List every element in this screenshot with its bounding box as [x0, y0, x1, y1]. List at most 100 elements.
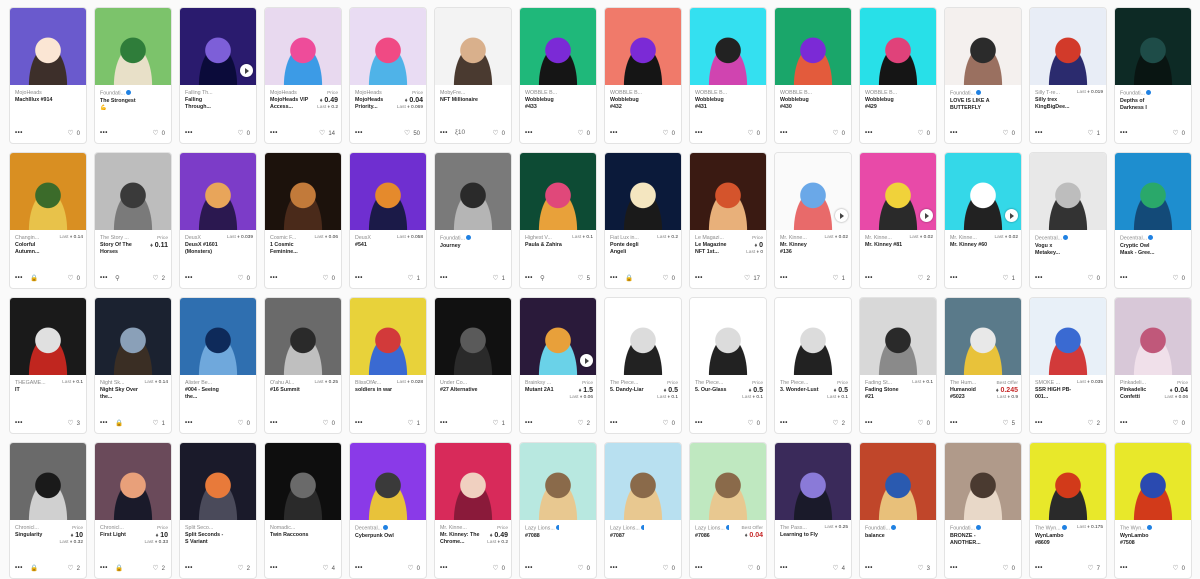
nft-name[interactable]: Wobblebug #429	[865, 97, 905, 111]
nft-thumbnail[interactable]	[775, 298, 851, 375]
nft-thumbnail[interactable]	[435, 153, 511, 230]
more-options-icon[interactable]: •••	[950, 130, 958, 136]
favorite-button[interactable]: ♡ 2	[577, 419, 590, 427]
heart-icon[interactable]: ♡	[662, 420, 668, 427]
collection-name[interactable]: The Piece...	[610, 380, 644, 387]
heart-icon[interactable]: ♡	[492, 275, 498, 282]
heart-icon[interactable]: ♡	[1087, 565, 1093, 572]
collection-name[interactable]: Falling Th...	[185, 90, 219, 97]
favorite-button[interactable]: ♡ 2	[832, 419, 845, 427]
heart-icon[interactable]: ♡	[322, 565, 328, 572]
collection-name[interactable]: WOBBLE B...	[525, 90, 559, 97]
more-options-icon[interactable]: •••	[695, 565, 703, 571]
nft-thumbnail[interactable]	[10, 443, 86, 520]
more-options-icon[interactable]: •••	[185, 130, 193, 136]
more-options-icon[interactable]: •••	[440, 130, 448, 136]
favorite-button[interactable]: ♡ 17	[744, 274, 760, 282]
favorite-button[interactable]: ♡ 0	[237, 419, 250, 427]
favorite-button[interactable]: ♡ 1	[152, 419, 165, 427]
nft-card[interactable]: Mr. Kinne... Mr. Kinney #136 Last ♦ 0.02 ••…	[774, 152, 852, 289]
collection-name[interactable]: The Wyn...	[1035, 525, 1069, 533]
heart-icon[interactable]: ♡	[747, 420, 753, 427]
more-options-icon[interactable]: •••	[525, 275, 533, 281]
nft-thumbnail[interactable]	[690, 153, 766, 230]
favorite-button[interactable]: ♡ 0	[917, 129, 930, 137]
nft-card[interactable]: Falling Th... Falling Through... ••• ♡ 0	[179, 7, 257, 144]
nft-card[interactable]: Foundati... Depths of Darkness I ••• ♡ 0	[1114, 7, 1192, 144]
more-options-icon[interactable]: •••	[950, 420, 958, 426]
heart-icon[interactable]: ♡	[152, 130, 158, 137]
favorite-button[interactable]: ♡ 5	[577, 274, 590, 282]
favorite-button[interactable]: ♡ 0	[662, 274, 675, 282]
favorite-button[interactable]: ♡ 7	[1087, 564, 1100, 572]
collection-name[interactable]: Foundati...	[865, 525, 899, 533]
nft-name[interactable]: #7088	[525, 533, 565, 547]
nft-name[interactable]: WynLambo #8609	[1035, 533, 1075, 547]
heart-icon[interactable]: ♡	[917, 130, 923, 137]
more-options-icon[interactable]: •••	[355, 275, 363, 281]
heart-icon[interactable]: ♡	[662, 565, 668, 572]
nft-name[interactable]: Wobblebug #433	[525, 97, 565, 111]
nft-thumbnail[interactable]	[180, 443, 256, 520]
heart-icon[interactable]: ♡	[152, 420, 158, 427]
nft-thumbnail[interactable]	[860, 443, 936, 520]
heart-icon[interactable]: ♡	[1002, 565, 1008, 572]
nft-card[interactable]: Lazy Lions... #7086 Best Offer ♦ 0.04 ••• ♡ 0	[689, 442, 767, 579]
nft-card[interactable]: THEGAME... IT Last ♦ 0.1 ••• ♡ 3	[9, 297, 87, 434]
heart-icon[interactable]: ♡	[67, 275, 73, 282]
heart-icon[interactable]: ♡	[404, 130, 410, 137]
favorite-button[interactable]: ♡ 0	[747, 129, 760, 137]
nft-card[interactable]: Lazy Lions... #7088 ••• ♡ 0	[519, 442, 597, 579]
nft-thumbnail[interactable]	[10, 153, 86, 230]
heart-icon[interactable]: ♡	[577, 420, 583, 427]
collection-name[interactable]: Le Magazi...	[695, 235, 729, 242]
more-options-icon[interactable]: •••	[355, 565, 363, 571]
favorite-button[interactable]: ♡ 0	[492, 564, 505, 572]
favorite-button[interactable]: ♡ 0	[1172, 564, 1185, 572]
nft-thumbnail[interactable]	[95, 153, 171, 230]
play-icon[interactable]	[835, 209, 848, 222]
nft-card[interactable]: Decentral... Cyberpunk Owl ••• ♡ 0	[349, 442, 427, 579]
nft-card[interactable]: Fading St... Fading Stone #21 Last ♦ 0.1 ••…	[859, 297, 937, 434]
nft-thumbnail[interactable]	[1030, 153, 1106, 230]
collection-name[interactable]: Cosmic F...	[270, 235, 304, 242]
collection-name[interactable]: WOBBLE B...	[865, 90, 899, 97]
play-icon[interactable]	[1005, 209, 1018, 222]
nft-card[interactable]: Fiat Lux in... Ponte degli Angeli Last ♦ 0…	[604, 152, 682, 289]
favorite-button[interactable]: ♡ 0	[662, 419, 675, 427]
heart-icon[interactable]: ♡	[1172, 275, 1178, 282]
favorite-button[interactable]: ♡ 0	[747, 564, 760, 572]
favorite-button[interactable]: ♡ 2	[237, 564, 250, 572]
nft-thumbnail[interactable]	[95, 8, 171, 85]
nft-card[interactable]: The Piece... 3. Wonder-Lust Price ♦ 0.5 Last…	[774, 297, 852, 434]
favorite-button[interactable]: ♡ 2	[917, 274, 930, 282]
favorite-button[interactable]: ♡ 0	[577, 129, 590, 137]
nft-thumbnail[interactable]	[180, 153, 256, 230]
nft-thumbnail[interactable]	[435, 298, 511, 375]
nft-name[interactable]: Wobblebug #430	[780, 97, 820, 111]
heart-icon[interactable]: ♡	[747, 565, 753, 572]
collection-name[interactable]: Decentral...	[1120, 235, 1154, 243]
heart-icon[interactable]: ♡	[1002, 275, 1008, 282]
collection-name[interactable]: Lazy Lions...	[525, 525, 559, 533]
collection-name[interactable]: MojoHeads	[270, 90, 304, 97]
nft-name[interactable]: IT	[15, 387, 55, 401]
nft-thumbnail[interactable]	[265, 443, 341, 520]
collection-name[interactable]: Highest V...	[525, 235, 559, 242]
heart-icon[interactable]: ♡	[237, 275, 243, 282]
heart-icon[interactable]: ♡	[152, 565, 158, 572]
nft-thumbnail[interactable]	[690, 8, 766, 85]
nft-card[interactable]: Foundati... BRONZE - ANOTHER... ••• ♡ 0	[944, 442, 1022, 579]
heart-icon[interactable]: ♡	[662, 130, 668, 137]
nft-name[interactable]: #004 - Seeing the...	[185, 387, 225, 401]
nft-card[interactable]: WOBBLE B... Wobblebug #433 ••• ♡ 0	[519, 7, 597, 144]
nft-thumbnail[interactable]	[520, 298, 596, 375]
nft-thumbnail[interactable]	[520, 8, 596, 85]
nft-name[interactable]: SSR HIGH PB-001...	[1035, 387, 1075, 401]
nft-thumbnail[interactable]	[690, 298, 766, 375]
more-options-icon[interactable]: •••	[610, 565, 618, 571]
collection-name[interactable]: Chronicl...	[100, 525, 134, 532]
nft-name[interactable]: 1 Cosmic Feminine...	[270, 242, 310, 256]
favorite-button[interactable]: ♡ 50	[404, 129, 420, 137]
collection-name[interactable]: Under Co...	[440, 380, 474, 387]
